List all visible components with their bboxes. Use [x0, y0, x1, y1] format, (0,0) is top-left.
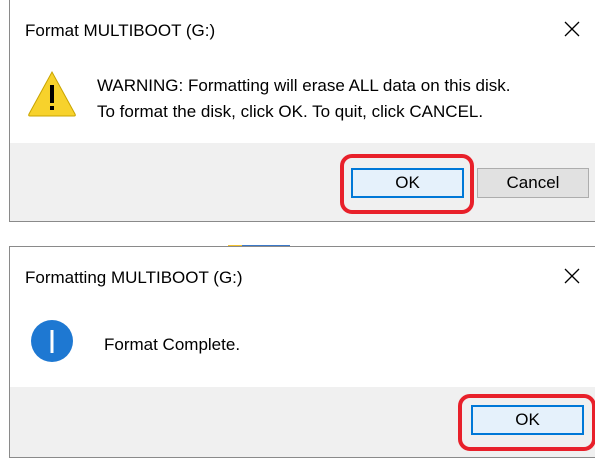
close-icon — [564, 268, 580, 284]
dialog-title: Format MULTIBOOT (G:) — [25, 21, 216, 40]
dialog-content: Format Complete. — [10, 305, 595, 389]
title-bar: Formatting MULTIBOOT (G:) — [10, 247, 595, 305]
separator-strip — [0, 222, 595, 246]
warning-message-line-1: WARNING: Formatting will erase ALL data … — [97, 76, 511, 95]
cancel-button[interactable]: Cancel — [477, 168, 589, 198]
warning-message-line-2: To format the disk, click OK. To quit, c… — [97, 102, 484, 121]
info-icon — [31, 320, 73, 362]
warning-icon — [28, 70, 76, 117]
ok-button[interactable]: OK — [351, 168, 464, 198]
warning-message: WARNING: Formatting will erase ALL data … — [97, 73, 511, 125]
close-icon — [564, 21, 580, 37]
button-bar: OK — [10, 387, 595, 457]
close-button[interactable] — [555, 259, 589, 293]
ok-button[interactable]: OK — [471, 405, 584, 435]
close-button[interactable] — [555, 12, 589, 46]
dialog-content: WARNING: Formatting will erase ALL data … — [10, 58, 595, 144]
complete-message: Format Complete. — [104, 335, 241, 354]
button-bar: OK Cancel — [10, 143, 595, 221]
title-bar: Format MULTIBOOT (G:) — [10, 0, 595, 58]
dialog-title: Formatting MULTIBOOT (G:) — [25, 268, 243, 287]
format-complete-dialog: Formatting MULTIBOOT (G:) Format Complet… — [9, 246, 595, 458]
format-dialog: Format MULTIBOOT (G:) WARNING: Formattin… — [9, 0, 595, 222]
